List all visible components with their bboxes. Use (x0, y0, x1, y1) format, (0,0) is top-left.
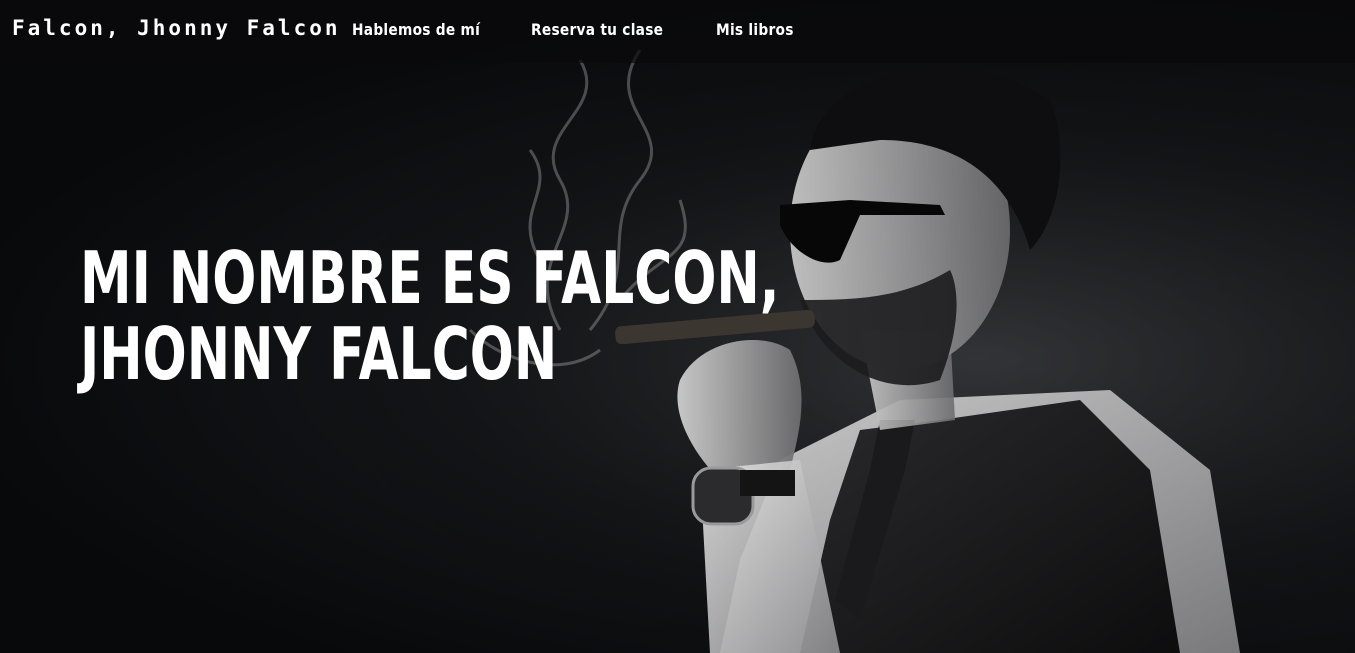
hero-headline-line-2: JHONNY FALCON (80, 312, 558, 396)
page: Falcon, Jhonny Falcon Hablemos de mí Res… (0, 0, 1355, 653)
nav-item-reserva-tu-clase[interactable]: Reserva tu clase (531, 20, 663, 39)
hero-headline-line-1: MI NOMBRE ES FALCON, (80, 236, 780, 320)
site-brand[interactable]: Falcon, Jhonny Falcon (12, 16, 341, 40)
hero-headline: MI NOMBRE ES FALCON, JHONNY FALCON (80, 240, 779, 392)
top-navigation-bar: Falcon, Jhonny Falcon Hablemos de mí Res… (0, 0, 1355, 63)
nav-item-mis-libros[interactable]: Mis libros (716, 20, 794, 39)
nav-item-hablemos-de-mi[interactable]: Hablemos de mí (352, 20, 480, 39)
